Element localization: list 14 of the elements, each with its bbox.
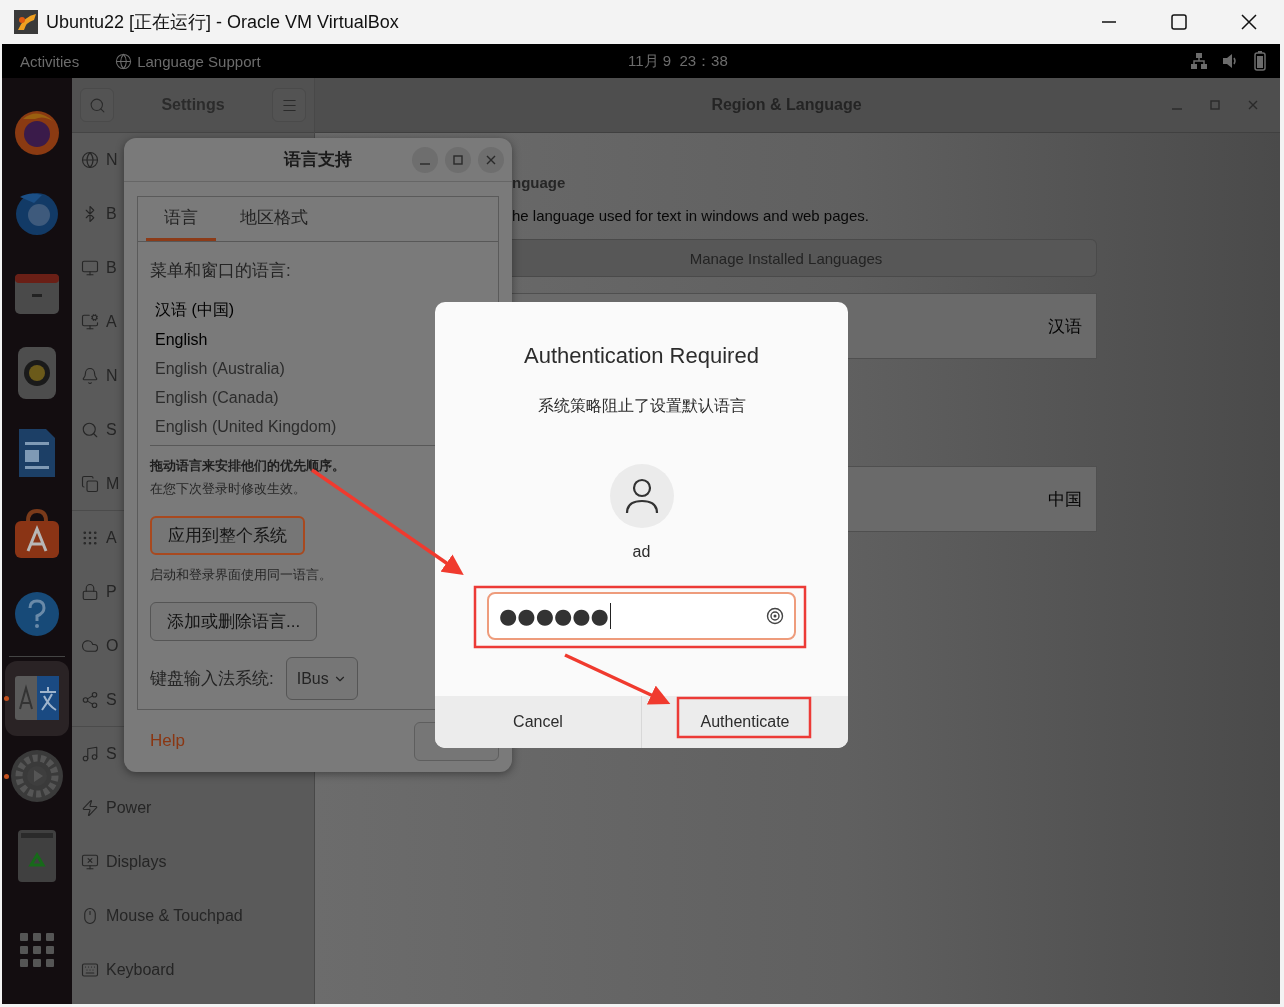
drag-note: 在您下次登录时修改生效。: [150, 480, 307, 498]
user-name: ad: [632, 542, 651, 562]
row-value: 中国: [1048, 488, 1082, 511]
apply-note: 启动和登录界面使用同一语言。: [150, 566, 333, 584]
row-value: 汉语: [1048, 315, 1082, 338]
section-subtitle: he language used for text in windows and web pages.: [512, 206, 870, 226]
drag-hint: 拖动语言来安排他们的优先顺序。: [150, 457, 346, 475]
dialog-title: Authentication Required: [524, 342, 759, 370]
section-heading: nguage: [512, 173, 567, 193]
input-system-label: 键盘输入法系统:: [150, 667, 274, 690]
list-label: 菜单和窗口的语言:: [150, 260, 292, 282]
dialog-message: 系统策略阻止了设置默认语言: [537, 396, 746, 416]
dialog-title: 语言支持: [284, 149, 352, 171]
window-title: Ubuntu22 [正在运行] - Oracle VM VirtualBox: [46, 11, 399, 34]
